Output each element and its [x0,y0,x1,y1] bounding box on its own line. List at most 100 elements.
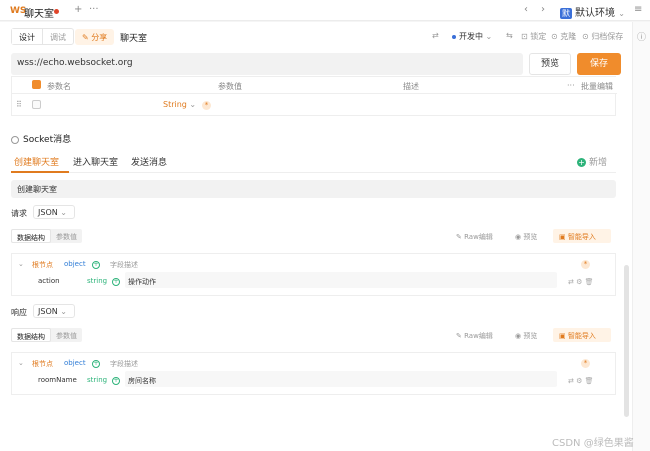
request-raw-edit-label: Raw编辑 [464,233,493,241]
add-message-button[interactable]: + 新增 [577,155,607,168]
title-bar: WS 聊天室 + ··· ‹ › 默默认环境 ⌄ ≡ [0,0,650,21]
lock-button[interactable]: ⊡ 锁定 [521,31,546,42]
add-sibling-icon[interactable]: + [112,278,120,286]
message-name-input[interactable]: 创建聊天室 [11,180,616,198]
chevron-down-icon: ⌄ [60,208,67,217]
delete-icon[interactable]: 🗑 [585,377,594,385]
save-button[interactable]: 保存 [577,53,621,75]
share-button[interactable]: ✎ 分享 [75,29,115,45]
right-side-panel: ⓘ [632,22,650,451]
tab-enter-room[interactable]: 进入聊天室 [73,155,118,168]
root-type[interactable]: object [64,260,86,268]
bulk-edit-button[interactable]: 批量编辑 [581,81,613,92]
add-tab-button[interactable]: + [74,4,82,15]
add-sibling-icon[interactable]: + [112,377,120,385]
more-icon[interactable]: ··· [567,81,575,90]
add-message-label: 新增 [589,158,608,168]
field-type[interactable]: string [87,376,107,384]
col-param-value: 参数值 [218,82,242,91]
field-type[interactable]: string [87,277,107,285]
tab-more-button[interactable]: ··· [89,4,99,15]
required-icon[interactable]: * [581,260,590,269]
response-raw-edit-button[interactable]: ✎ Raw编辑 [456,331,493,341]
menu-icon[interactable]: ≡ [634,4,642,15]
field-description: 操作动作 [128,278,156,286]
request-values-tab[interactable]: 参数值 [51,229,82,243]
request-raw-edit-button[interactable]: ✎ Raw编辑 [456,232,493,242]
root-node-label: 根节点 [32,360,53,368]
chevron-down-icon: ⌄ [485,32,493,41]
mode-design-tab[interactable]: 设计 [12,29,43,44]
collapse-icon[interactable]: ⌄ [18,260,24,268]
preview-button[interactable]: 预览 [529,53,571,75]
info-icon[interactable]: ⓘ [637,30,646,43]
request-smart-import-button[interactable]: ▣ 智能导入 [553,229,611,243]
request-name[interactable]: 聊天室 [120,31,147,44]
edit-icon: ✎ [82,33,92,42]
message-tabs: 创建聊天室 进入聊天室 发送消息 + 新增 [11,151,616,173]
drag-handle-icon[interactable]: ⠿ [16,100,22,109]
nav-forward-button[interactable]: › [541,4,545,15]
settings-icon[interactable]: ⚙ [576,377,582,385]
field-name[interactable]: action [38,277,60,285]
response-label: 响应 [11,308,27,317]
collapse-icon[interactable]: ⌄ [18,359,24,367]
url-input[interactable]: wss://echo.websocket.org [11,53,523,75]
link-icon[interactable]: ⇄ [568,278,574,286]
tab-create-room[interactable]: 创建聊天室 [14,155,59,168]
response-smart-import-label: 智能导入 [567,332,596,340]
settings-icon[interactable]: ⚙ [576,278,582,286]
code-icon: ✎ [456,332,465,340]
chevron-down-icon: ⌄ [618,9,625,18]
environment-selector[interactable]: 默默认环境 ⌄ [560,4,625,19]
request-format-select[interactable]: JSON ⌄ [33,205,75,219]
status-selector[interactable]: 开发中 ⌄ [452,31,492,42]
field-description: 房间名称 [128,377,156,385]
root-description[interactable]: 字段描述 [110,359,138,369]
delete-icon[interactable]: 🗑 [585,278,594,286]
field-description-input[interactable] [125,371,557,387]
response-smart-import-button[interactable]: ▣ 智能导入 [553,328,611,342]
import-icon: ▣ [559,332,568,340]
link-icon[interactable]: ⇄ [568,377,574,385]
request-format-value: JSON [38,208,58,217]
nav-back-button[interactable]: ‹ [524,4,528,15]
root-type[interactable]: object [64,359,86,367]
col-param-name: 参数名 [47,82,71,91]
type-selector[interactable]: String ⌄ [163,100,196,109]
tab-chatroom[interactable]: 聊天室 [24,5,54,20]
socket-section-title: Socket消息 [11,132,71,145]
watermark: CSDN @绿色果酱 [552,438,634,449]
transfer-icon[interactable]: ⇆ [506,31,513,40]
archive-button[interactable]: ⊙ 归档保存 [582,31,623,42]
row-checkbox[interactable] [32,100,41,109]
mode-debug-tab[interactable]: 调试 [43,29,73,44]
request-preview-button[interactable]: ◉ 预览 [515,232,537,242]
required-icon[interactable]: * [581,359,590,368]
request-preview-label: 预览 [523,233,538,241]
required-icon[interactable]: * [202,101,211,110]
status-label: 开发中 [459,32,483,41]
vertical-scrollbar[interactable] [624,265,629,417]
response-structure-tab[interactable]: 数据结构 [11,328,51,342]
lock-icon: ⊡ [521,32,531,41]
plus-icon: + [577,158,586,167]
response-format-select[interactable]: JSON ⌄ [33,304,75,318]
params-table: 参数名 参数值 描述 ··· 批量编辑 ⠿ String ⌄ * [11,76,617,116]
archive-label: 归档保存 [591,32,624,41]
response-subtabs: 数据结构 参数值 [11,328,82,342]
clone-button[interactable]: ⊙ 克隆 [551,31,576,42]
select-all-checkbox[interactable] [32,80,41,89]
field-name[interactable]: roomName [38,376,77,384]
response-values-tab[interactable]: 参数值 [51,328,82,342]
root-description[interactable]: 字段描述 [110,260,138,270]
add-child-icon[interactable]: + [92,360,100,368]
add-child-icon[interactable]: + [92,261,100,269]
request-structure-tab[interactable]: 数据结构 [11,229,51,243]
chevron-down-icon: ⌄ [189,100,197,109]
unsaved-dot-icon [54,9,59,14]
tab-send-message[interactable]: 发送消息 [131,155,167,168]
translate-icon[interactable]: ⇄ [432,31,439,40]
field-description-input[interactable] [125,272,557,288]
response-preview-button[interactable]: ◉ 预览 [515,331,537,341]
